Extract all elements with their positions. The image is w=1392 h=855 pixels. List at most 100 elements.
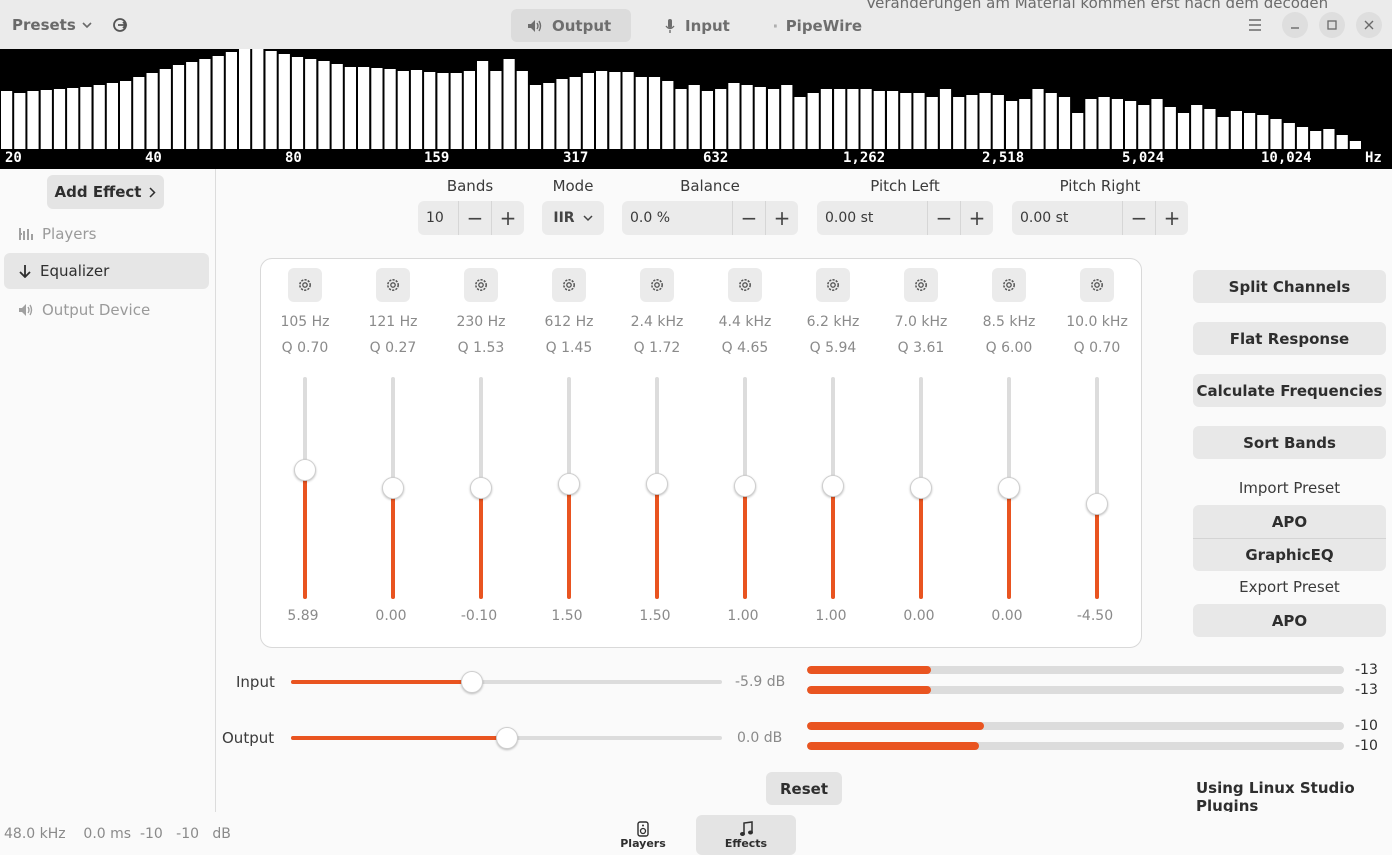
band-gain-slider-handle[interactable] [1086, 492, 1108, 515]
balance-increment-button[interactable]: + [765, 201, 798, 235]
spectrum-bar [1032, 89, 1044, 149]
pitch-left-decrement-button[interactable]: − [927, 201, 960, 235]
spectrum-bar [305, 59, 317, 149]
flat-response-button[interactable]: Flat Response [1193, 322, 1386, 355]
band-gain-value: 5.89 [287, 608, 319, 624]
band-quality: Q 3.61 [897, 340, 945, 356]
gear-icon [563, 279, 575, 291]
band-quality: Q 6.00 [985, 340, 1033, 356]
band-gain-slider-handle[interactable] [382, 477, 404, 499]
spectrum-bar [543, 83, 555, 149]
pitch-right-spinbutton[interactable]: 0.00 st − + [1012, 201, 1188, 235]
sidebar-item-equalizer[interactable]: Equalizer [4, 253, 209, 289]
footer-tab-effects[interactable]: Effects [696, 815, 796, 855]
plugins-info-label: Using Linux Studio Plugins [1196, 779, 1355, 815]
spectrum-bar [490, 71, 502, 149]
spectrum-tick-label: 1,262 [843, 150, 886, 166]
band-gain-slider-handle[interactable] [558, 472, 580, 495]
spectrum-bar [1111, 99, 1123, 149]
output-gain-slider-handle[interactable] [495, 727, 518, 749]
spectrum-bar [913, 93, 925, 149]
footer-tab-players-label: Players [620, 836, 666, 850]
presets-menu-button[interactable]: Presets [6, 10, 98, 40]
split-channels-button[interactable]: Split Channels [1193, 270, 1386, 303]
band-settings-button[interactable] [640, 268, 674, 302]
maximize-button[interactable] [1319, 12, 1345, 38]
pitch-left-spinbutton[interactable]: 0.00 st − + [817, 201, 993, 235]
band-settings-button[interactable] [376, 268, 410, 302]
eq-band: 8.5 kHz Q 6.00 0.00 [965, 259, 1053, 649]
minimize-icon [1291, 27, 1299, 29]
spectrum-tick-label: Hz [1365, 150, 1382, 166]
band-frequency: 7.0 kHz [894, 314, 948, 330]
tab-pipewire[interactable]: PipeWire [758, 9, 878, 42]
gear-icon [915, 279, 927, 291]
input-level-meter-right [807, 686, 1344, 694]
band-gain-slider-handle[interactable] [294, 459, 316, 482]
band-gain-slider-handle[interactable] [470, 477, 492, 499]
spectrum-bar [1270, 119, 1282, 149]
spectrum-tick-label: 159 [424, 150, 450, 166]
band-settings-button[interactable] [904, 268, 938, 302]
balance-decrement-button[interactable]: − [732, 201, 765, 235]
spectrum-bar [715, 89, 727, 149]
spectrum-bar [807, 93, 819, 149]
band-settings-button[interactable] [1080, 268, 1114, 302]
balance-spinbutton[interactable]: 0.0 % − + [622, 201, 798, 235]
spectrum-bar [1310, 131, 1322, 149]
band-settings-button[interactable] [552, 268, 586, 302]
spectrum-tick-label: 10,024 [1261, 150, 1312, 166]
band-gain-slider-handle[interactable] [734, 474, 756, 497]
band-settings-button[interactable] [728, 268, 762, 302]
calculate-frequencies-button[interactable]: Calculate Frequencies [1193, 374, 1386, 407]
spectrum-bar [1177, 113, 1190, 149]
band-gain-slider-handle[interactable] [822, 474, 844, 497]
band-settings-button[interactable] [464, 268, 498, 302]
export-apo-button[interactable]: APO [1193, 604, 1386, 637]
main-menu-button[interactable] [1242, 12, 1268, 38]
band-gain-slider-handle[interactable] [910, 477, 932, 499]
tab-input[interactable]: Input [648, 9, 758, 42]
reset-button[interactable]: Reset [766, 772, 842, 805]
mode-dropdown[interactable]: IIR [542, 201, 604, 235]
spectrum-analyzer: 20 40 80 159 317 632 1,262 2,518 5,024 10,024 Hz [0, 49, 1392, 169]
spectrum-bar [358, 67, 370, 149]
spectrum-tick-label: 20 [5, 150, 22, 166]
restore-session-button[interactable] [105, 10, 135, 40]
band-quality: Q 5.94 [809, 340, 857, 356]
spectrum-bar [1098, 97, 1110, 149]
pitch-left-increment-button[interactable]: + [960, 201, 993, 235]
eq-band: 121 Hz Q 0.27 0.00 [349, 259, 437, 649]
band-gain-slider-handle[interactable] [998, 477, 1020, 499]
bands-decrement-button[interactable]: − [458, 201, 491, 235]
spectrum-bar [1283, 123, 1295, 149]
spectrum-bar [887, 91, 899, 149]
band-gain-slider-handle[interactable] [646, 472, 668, 495]
spectrum-tick-label: 2,518 [982, 150, 1025, 166]
band-settings-button[interactable] [992, 268, 1026, 302]
spectrum-bar [1125, 101, 1137, 149]
sidebar-item-equalizer-label: Equalizer [40, 262, 110, 280]
import-apo-button[interactable]: APO [1193, 505, 1386, 538]
minimize-button[interactable] [1282, 12, 1308, 38]
tab-output[interactable]: Output [511, 9, 631, 42]
pitch-right-decrement-button[interactable]: − [1122, 201, 1155, 235]
sort-bands-button[interactable]: Sort Bands [1193, 426, 1386, 459]
add-effect-button[interactable]: Add Effect [47, 175, 164, 209]
footer-tab-players[interactable]: Players [593, 815, 693, 855]
bands-increment-button[interactable]: + [491, 201, 524, 235]
input-gain-slider-handle[interactable] [461, 671, 484, 693]
close-button[interactable] [1356, 12, 1382, 38]
band-settings-button[interactable] [816, 268, 850, 302]
equalizer-bands-panel: 105 Hz Q 0.70 5.89 121 Hz Q 0.27 0.00 230 Hz Q … [260, 258, 1142, 648]
band-settings-button[interactable] [288, 268, 322, 302]
import-graphiceq-button[interactable]: GraphicEQ [1193, 538, 1386, 571]
spectrum-bar [172, 65, 185, 149]
tab-output-label: Output [552, 16, 612, 35]
spectrum-bar [53, 89, 66, 149]
bands-spinbutton[interactable]: 10 − + [418, 201, 524, 235]
output-gain-label: Output [222, 729, 275, 747]
sidebar-item-output-device[interactable]: Output Device [4, 292, 209, 328]
sidebar-item-players[interactable]: Players [4, 216, 209, 252]
pitch-right-increment-button[interactable]: + [1155, 201, 1188, 235]
